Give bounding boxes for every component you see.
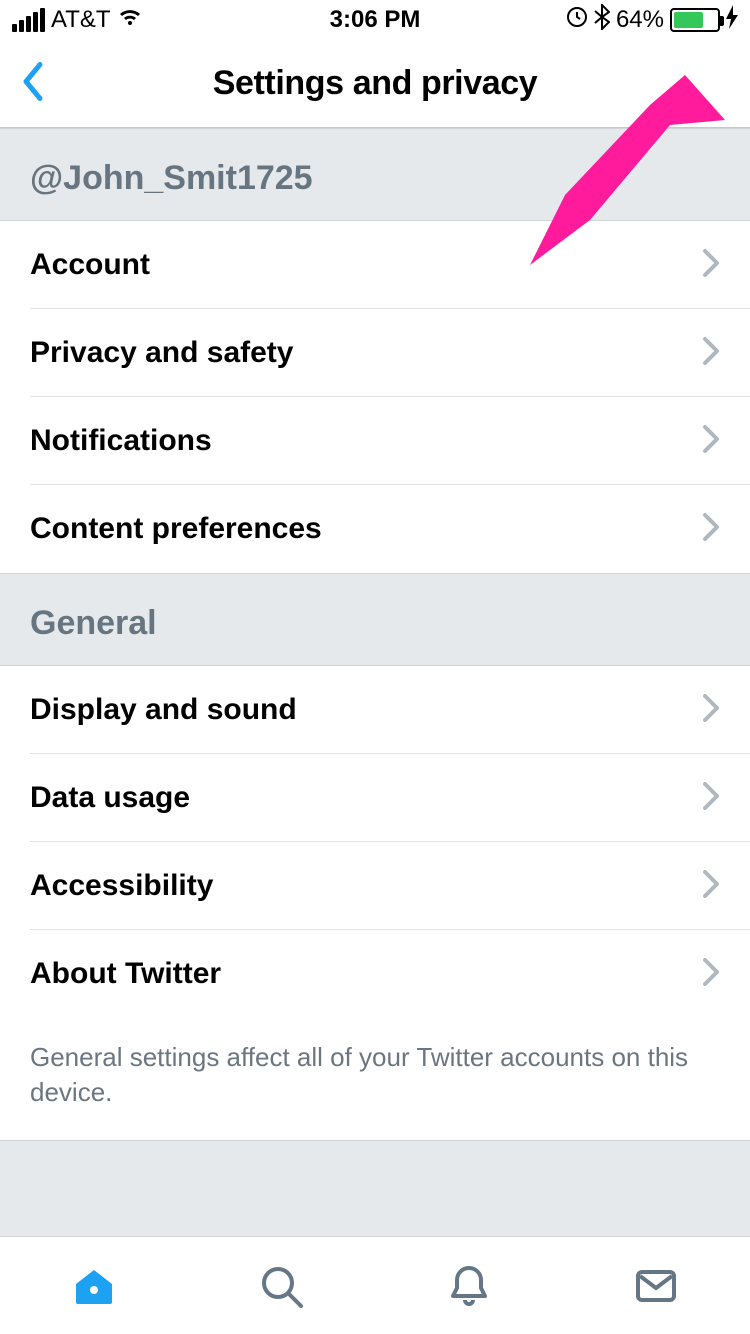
tab-search[interactable] [251,1256,311,1316]
row-label: Accessibility [30,869,213,903]
chevron-right-icon [702,336,720,371]
row-account[interactable]: Account [0,221,750,309]
section-header-user-label: @John_Smit1725 [30,159,720,198]
chevron-right-icon [702,957,720,992]
carrier-label: AT&T [51,6,111,34]
back-button[interactable] [20,60,44,107]
chevron-right-icon [702,781,720,816]
status-time: 3:06 PM [330,6,421,34]
row-label: Account [30,248,150,282]
page-title: Settings and privacy [213,64,538,103]
row-label: Notifications [30,424,212,458]
battery-fill [674,12,703,28]
row-content-preferences[interactable]: Content preferences [0,485,750,573]
row-display-sound[interactable]: Display and sound [0,666,750,754]
row-privacy-safety[interactable]: Privacy and safety [0,309,750,397]
chevron-right-icon [702,693,720,728]
chevron-right-icon [702,424,720,459]
user-settings-list: Account Privacy and safety Notifications… [0,221,750,573]
general-footer-note: General settings affect all of your Twit… [0,1018,750,1140]
section-header-user: @John_Smit1725 [0,128,750,221]
status-right: 64% [566,4,738,37]
rotation-lock-icon [566,6,588,35]
row-label: Privacy and safety [30,336,293,370]
spacer [0,1140,750,1240]
battery-percent: 64% [616,6,664,34]
charging-icon [726,5,738,36]
signal-icon [12,8,45,32]
row-label: About Twitter [30,957,221,991]
row-accessibility[interactable]: Accessibility [0,842,750,930]
nav-bar: Settings and privacy [0,40,750,128]
section-header-general-label: General [30,604,720,643]
row-label: Content preferences [30,512,322,546]
row-data-usage[interactable]: Data usage [0,754,750,842]
chevron-right-icon [702,248,720,283]
row-about-twitter[interactable]: About Twitter [0,930,750,1018]
tab-bar [0,1236,750,1334]
row-notifications[interactable]: Notifications [0,397,750,485]
section-header-general: General [0,573,750,666]
wifi-icon [117,6,143,34]
status-left: AT&T [12,6,143,34]
tab-notifications[interactable] [439,1256,499,1316]
general-settings-list: Display and sound Data usage Accessibili… [0,666,750,1018]
battery-icon [670,8,720,32]
tab-messages[interactable] [626,1256,686,1316]
chevron-right-icon [702,512,720,547]
status-bar: AT&T 3:06 PM 64% [0,0,750,40]
bluetooth-icon [594,4,610,37]
tab-home[interactable] [64,1256,124,1316]
row-label: Display and sound [30,693,297,727]
row-label: Data usage [30,781,190,815]
chevron-right-icon [702,869,720,904]
